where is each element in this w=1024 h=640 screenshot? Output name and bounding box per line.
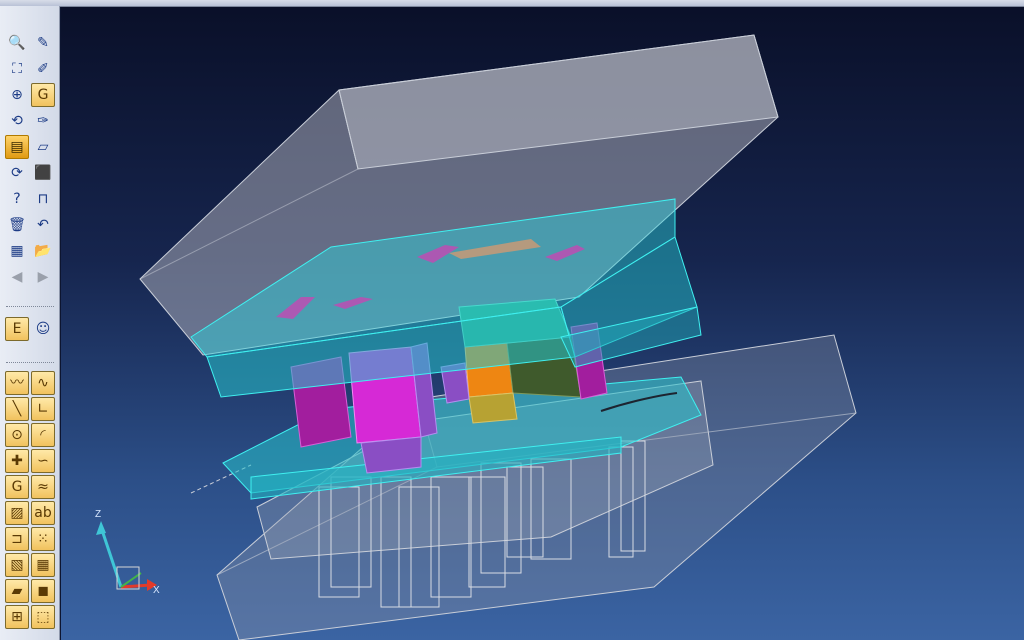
corner-icon[interactable]: ∟: [31, 397, 55, 421]
zoom-area-icon[interactable]: ⊕: [5, 83, 29, 107]
toolbar-group-misc: E ☺: [4, 316, 56, 342]
toolbar-group-view: 🔍 ✎ ⛶ ✐ ⊕ G ⟲ ✑ ▤ ▱ ⟳ ⬛? ⊓ 🗑 ↶ ▦ 📂 ◀ ▶: [4, 30, 56, 290]
top-menu-strip: [0, 0, 1024, 7]
undo-icon[interactable]: ↶: [31, 213, 55, 237]
refresh-icon[interactable]: ⟳: [5, 161, 29, 185]
plane-icon[interactable]: ▱: [31, 135, 55, 159]
assembly-icon[interactable]: ▦: [5, 239, 29, 263]
polyline-icon[interactable]: 〰: [5, 371, 29, 395]
abc-text-icon[interactable]: ab: [31, 501, 55, 525]
trash-icon[interactable]: 🗑: [5, 213, 29, 237]
left-toolbar: 🔍 ✎ ⛶ ✐ ⊕ G ⟲ ✑ ▤ ▱ ⟳ ⬛? ⊓ 🗑 ↶ ▦ 📂 ◀ ▶ E ☺ 〰 ∿ ╲ ∟ ⊙ ◜ ✚ ∽ G ≈ ▨ ab ⊐ ⁙ ▧…: [0, 6, 60, 640]
smiley-icon[interactable]: ☺: [31, 317, 55, 341]
brush-icon[interactable]: ✑: [31, 109, 55, 133]
spec-tree-icon[interactable]: ▤: [5, 135, 29, 159]
help-icon[interactable]: ?: [5, 187, 29, 211]
toolbar-separator: [6, 306, 54, 307]
toolbar-separator: [6, 362, 54, 363]
wave-icon[interactable]: ≈: [31, 475, 55, 499]
measure-icon[interactable]: ⊞: [5, 605, 29, 629]
sketch-icon[interactable]: ✎: [31, 31, 55, 55]
zoom-icon[interactable]: 🔍: [5, 31, 29, 55]
dot-grid-icon[interactable]: ⁙: [31, 527, 55, 551]
grid-icon[interactable]: ▦: [31, 553, 55, 577]
open-folder-icon[interactable]: 📂: [31, 239, 55, 263]
label-g-icon[interactable]: G: [31, 83, 55, 107]
axis-x-label: X: [153, 585, 160, 596]
hatch-icon[interactable]: ▨: [5, 501, 29, 525]
line-icon[interactable]: ╲: [5, 397, 29, 421]
circle-icon[interactable]: ⊙: [5, 423, 29, 447]
curve-icon[interactable]: ∽: [31, 449, 55, 473]
mold-assembly-model[interactable]: Z X: [61, 7, 1024, 640]
diagonal-hatch-icon[interactable]: ▧: [5, 553, 29, 577]
fit-all-icon[interactable]: ⛶: [5, 57, 29, 81]
axis-z-label: Z: [95, 509, 101, 520]
label-g-icon[interactable]: G: [5, 475, 29, 499]
cube-icon[interactable]: ⬛: [31, 161, 55, 185]
solid-cube-icon[interactable]: ◼: [31, 579, 55, 603]
3d-viewport[interactable]: Z X: [61, 7, 1024, 640]
point-icon[interactable]: ✚: [5, 449, 29, 473]
spline-icon[interactable]: ∿: [31, 371, 55, 395]
surface-icon[interactable]: ▰: [5, 579, 29, 603]
arrow-left-icon: ◀: [11, 269, 23, 285]
dimension-icon[interactable]: ⊓: [31, 187, 55, 211]
rotate-icon[interactable]: ⟲: [5, 109, 29, 133]
axis-triad: Z X: [95, 509, 160, 596]
bracket-icon[interactable]: ⊐: [5, 527, 29, 551]
label-e-icon[interactable]: E: [5, 317, 29, 341]
arc-icon[interactable]: ◜: [31, 423, 55, 447]
arrow-right-icon: ▶: [37, 269, 49, 285]
cube-color-icon[interactable]: ⬚: [31, 605, 55, 629]
toolbar-group-sketch-tools: 〰 ∿ ╲ ∟ ⊙ ◜ ✚ ∽ G ≈ ▨ ab ⊐ ⁙ ▧ ▦ ▰ ◼ ⊞ ⬚: [4, 370, 56, 630]
pencil-icon[interactable]: ✐: [31, 57, 55, 81]
